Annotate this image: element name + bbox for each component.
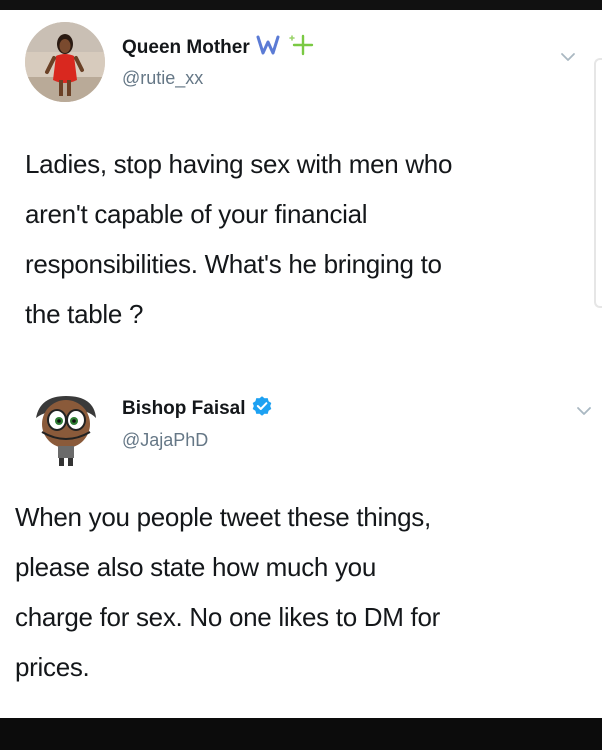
chevron-down-icon[interactable]	[576, 404, 592, 416]
tweet-text-line: please also state how much you	[15, 552, 376, 582]
tweet-text: When you people tweet these things, plea…	[15, 492, 590, 692]
chevron-down-icon[interactable]	[560, 50, 576, 62]
sparkle-icon	[288, 34, 314, 61]
scroll-edge-fragment	[594, 58, 602, 308]
verified-badge-icon	[252, 396, 272, 421]
tweet-text-line: Ladies, stop having sex with men who	[25, 149, 453, 179]
tweet-text-line: When you people tweet these things,	[15, 502, 431, 532]
tweet-text-line: responsibilities. What's he bringing to	[25, 249, 442, 279]
tweet-text-line: charge for sex. No one likes to DM for	[15, 602, 441, 632]
bottom-dark-strip	[0, 718, 602, 750]
display-name[interactable]: Bishop Faisal	[122, 398, 246, 420]
username-handle[interactable]: @JajaPhD	[122, 430, 208, 451]
avatar[interactable]	[26, 388, 106, 468]
display-name[interactable]: Queen Mother	[122, 37, 250, 59]
tweet-text-line: prices.	[15, 652, 90, 682]
author-name-row: Queen Mother	[122, 34, 314, 61]
author-name-row: Bishop Faisal	[122, 396, 272, 421]
tweet-text-line: the table ?	[25, 299, 144, 329]
username-handle[interactable]: @rutie_xx	[122, 68, 203, 89]
top-dark-strip	[0, 0, 602, 10]
tweet-text-line: aren't capable of your financial	[25, 199, 368, 229]
avatar[interactable]	[25, 22, 105, 102]
w-emoji-icon	[256, 34, 282, 61]
tweet-text: Ladies, stop having sex with men who are…	[25, 139, 585, 339]
cartoon-avatar-icon	[36, 396, 96, 466]
avatar-photo-icon	[25, 22, 105, 102]
